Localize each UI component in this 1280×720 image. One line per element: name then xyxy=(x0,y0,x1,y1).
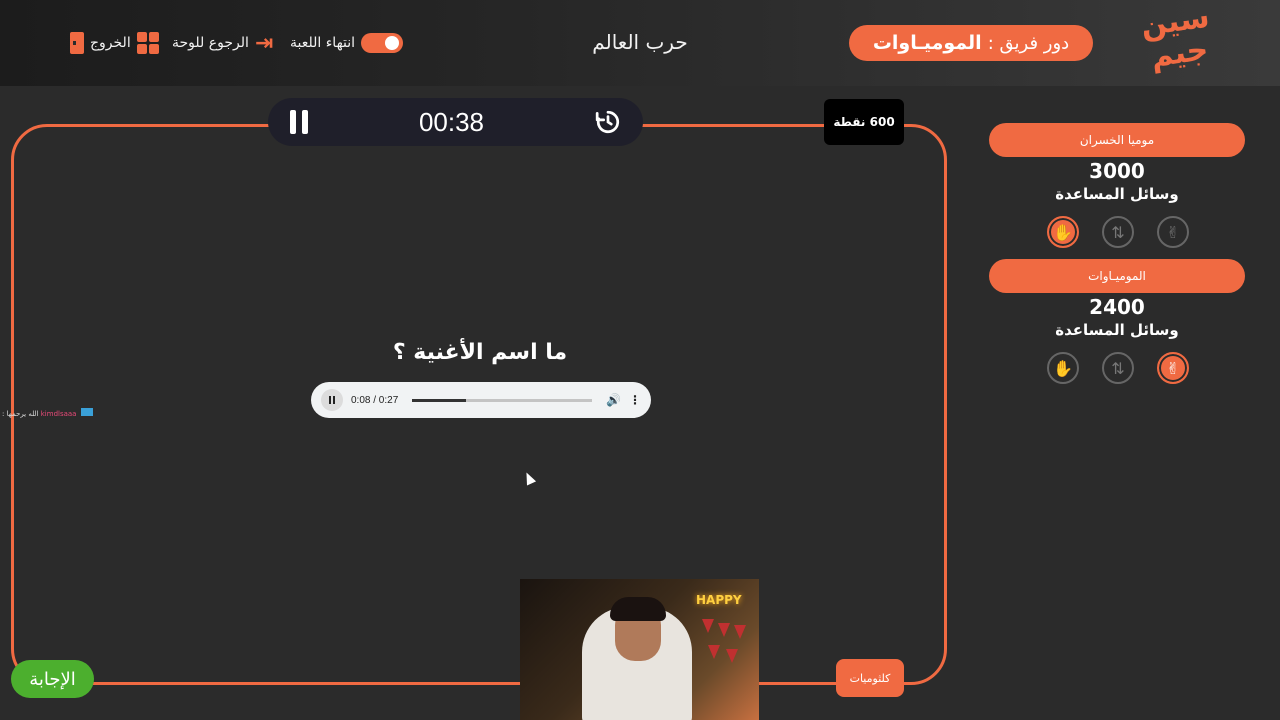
swap-icon[interactable]: ⇅ xyxy=(1102,352,1134,384)
hand-stop-icon[interactable]: ✋ xyxy=(1047,352,1079,384)
exit-label: الخروج xyxy=(90,35,131,51)
audio-time: 0:08 / 0:27 xyxy=(351,394,399,406)
arrow-back-icon: ⇥ xyxy=(254,30,274,56)
hand-stop-icon[interactable]: ✋ xyxy=(1047,216,1079,248)
game-title: حرب العالم xyxy=(592,30,688,54)
peace-hand-icon[interactable]: ✌ xyxy=(1157,352,1189,384)
chat-badge-icon xyxy=(80,408,93,416)
reset-timer-icon[interactable] xyxy=(595,109,621,135)
audio-pause-icon[interactable] xyxy=(321,389,343,411)
neon-sign: HAPPY xyxy=(696,593,742,607)
back-to-board-label: الرجوع للوحة xyxy=(172,35,249,51)
grid-icon xyxy=(136,32,159,54)
turn-team-name: الموميـاوات xyxy=(872,32,982,54)
audio-progress-fill xyxy=(412,398,467,402)
chat-message: kimdlsaaa الله يرحمها : xyxy=(2,408,93,418)
points-badge: 600 نقطة xyxy=(824,99,904,145)
exit-button[interactable]: الخروج xyxy=(70,30,159,56)
turn-prefix: دور فريق : xyxy=(987,32,1070,54)
pause-icon[interactable] xyxy=(290,110,308,134)
swap-icon[interactable]: ⇅ xyxy=(1102,216,1134,248)
timer-bar: 00:38 xyxy=(268,98,643,146)
team-score-2: 2400 xyxy=(1089,295,1145,319)
door-exit-icon xyxy=(70,32,84,54)
team-helps-label-2: وسائل المساعدة xyxy=(1055,321,1179,339)
back-to-board-button[interactable]: ⇥ الرجوع للوحة xyxy=(172,30,273,56)
turn-indicator: دور فريق : الموميـاوات xyxy=(849,25,1093,61)
question-text: ما اسم الأغنية ؟ xyxy=(392,340,568,365)
team-score-1: 3000 xyxy=(1089,159,1145,183)
webcam-overlay: HAPPY xyxy=(520,579,759,720)
audio-progress-track[interactable] xyxy=(412,398,593,402)
help-row-1: ✋ ⇅ ✌ xyxy=(1047,216,1189,248)
toggle-icon[interactable] xyxy=(361,33,404,53)
team-name-2: الموميـاوات xyxy=(989,259,1245,293)
volume-icon[interactable]: 🔊 xyxy=(606,393,621,407)
team-name-1: موميا الخسران xyxy=(989,123,1245,157)
end-game-label: انتهاء اللعبة xyxy=(290,35,356,51)
category-label: كلثوميات xyxy=(836,659,904,697)
chat-text: الله يرحمها : xyxy=(2,410,39,418)
team-helps-label-1: وسائل المساعدة xyxy=(1055,185,1179,203)
chat-user: kimdlsaaa xyxy=(40,410,77,418)
top-bar: سين جيم دور فريق : الموميـاوات حرب العال… xyxy=(0,0,1280,86)
timer-display: 00:38 xyxy=(418,106,485,137)
help-row-2: ✋ ⇅ ✌ xyxy=(1047,352,1189,384)
more-options-icon[interactable]: ⋮ xyxy=(629,393,641,407)
logo: سين جيم xyxy=(1138,0,1212,75)
answer-button[interactable]: الإجابة xyxy=(11,660,94,698)
peace-hand-icon[interactable]: ✌ xyxy=(1157,216,1189,248)
audio-player[interactable]: 0:08 / 0:27 🔊 ⋮ xyxy=(311,382,651,418)
end-game-button[interactable]: انتهاء اللعبة xyxy=(290,30,404,56)
